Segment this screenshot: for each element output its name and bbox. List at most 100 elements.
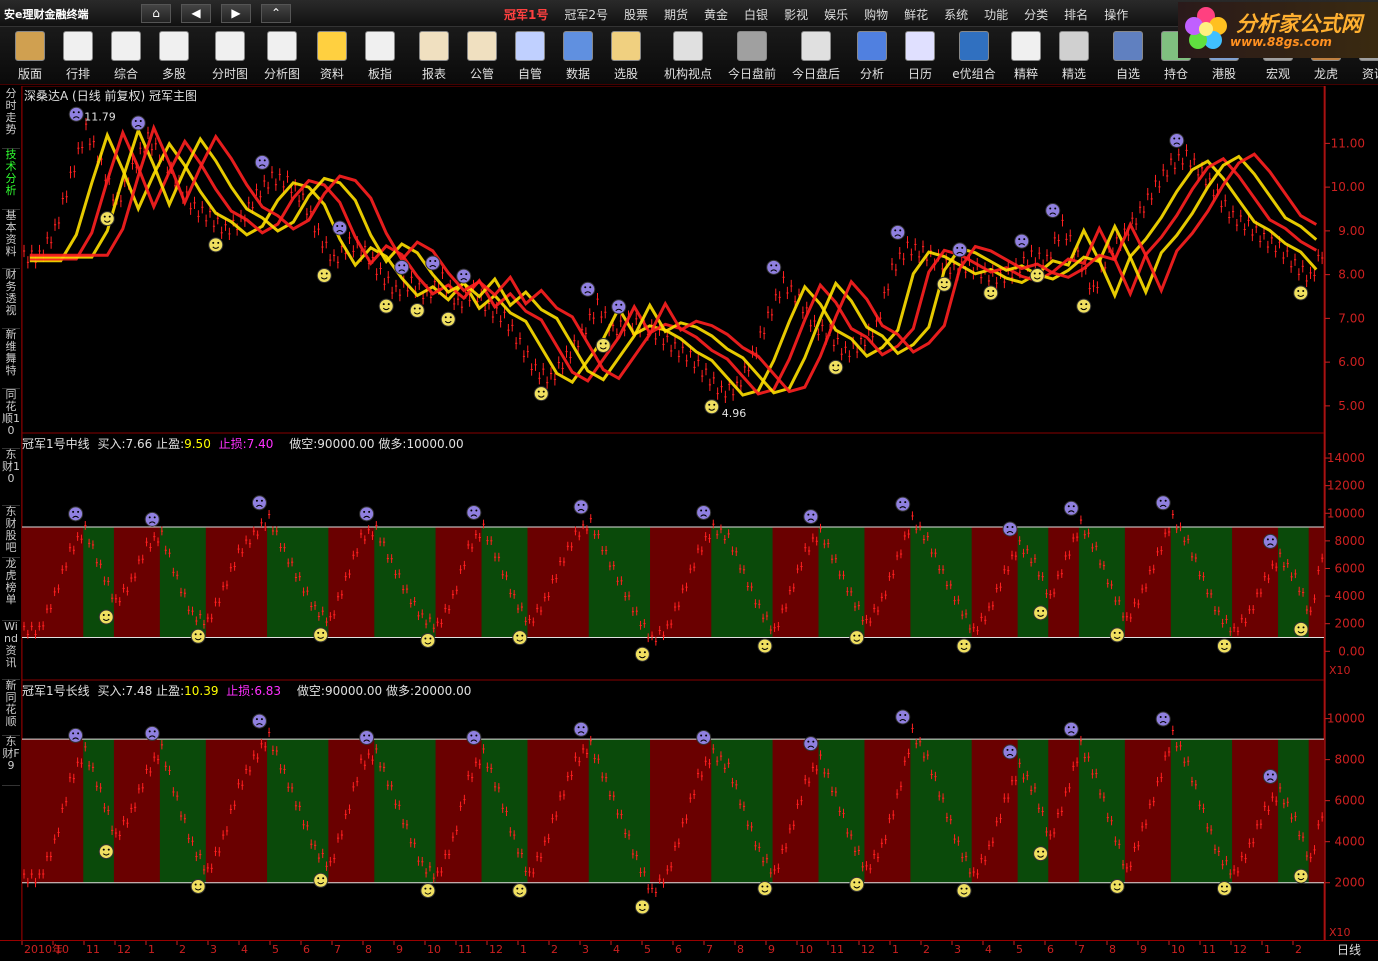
- candle-body: [391, 292, 394, 294]
- candle-body: [1229, 873, 1232, 875]
- menu-item[interactable]: 系统: [936, 6, 976, 24]
- toolbar-button-6[interactable]: 分析图: [258, 29, 306, 83]
- toolbar-button-21[interactable]: 精选: [1050, 29, 1098, 83]
- menu-item[interactable]: 操作: [1096, 6, 1136, 24]
- toolbar-button-17[interactable]: 分析: [848, 29, 896, 83]
- candle-body: [1259, 592, 1263, 594]
- forward-button[interactable]: ▶: [221, 4, 251, 23]
- sidebar-tab-4[interactable]: 财务透视: [2, 269, 20, 329]
- sidebar-tab-9[interactable]: 龙虎榜单: [2, 558, 20, 621]
- zone-band: [358, 527, 375, 638]
- menu-item[interactable]: 冠军1号: [496, 6, 556, 24]
- candle-body: [834, 558, 838, 560]
- candle-body: [1213, 848, 1217, 850]
- sidebar-tab-7[interactable]: 东财10: [2, 449, 20, 506]
- sidebar-tab-12[interactable]: 东财F9: [2, 736, 20, 786]
- toolbar-button-22[interactable]: 自选: [1104, 29, 1152, 83]
- candle-body: [1045, 831, 1048, 833]
- candle-body: [522, 355, 526, 357]
- candle-body: [1279, 552, 1282, 554]
- candle-body: [448, 609, 451, 611]
- toolbar-button-8[interactable]: 板指: [356, 29, 404, 83]
- toolbar-button-15[interactable]: 今日盘前: [728, 29, 776, 83]
- sidebar-tab-2[interactable]: 技术分析: [2, 149, 20, 210]
- candle-body: [61, 807, 64, 809]
- candle-body: [569, 357, 572, 359]
- toolbar-button-4[interactable]: 多股: [150, 29, 198, 83]
- candle-body: [455, 829, 458, 831]
- period-label[interactable]: 日线: [1337, 941, 1361, 958]
- toolbar-button-16[interactable]: 今日盘后: [792, 29, 840, 83]
- toolbar-button-12[interactable]: 数据: [554, 29, 602, 83]
- candle-body: [45, 856, 49, 858]
- toolbar-button-7[interactable]: 资料: [308, 29, 356, 83]
- sidebar-tab-5[interactable]: 新维舞特: [2, 329, 20, 389]
- candle-body: [398, 294, 402, 296]
- candle-body: [809, 325, 812, 327]
- candle-body: [1125, 616, 1129, 618]
- sidebar-tab-6[interactable]: 同花顺10: [2, 389, 20, 449]
- menu-item[interactable]: 排名: [1056, 6, 1096, 24]
- candle-body: [387, 276, 390, 278]
- menu-item[interactable]: 鲜花: [896, 6, 936, 24]
- menu-item[interactable]: 冠军2号: [556, 6, 616, 24]
- candle-body: [1010, 780, 1014, 782]
- toolbar-button-19[interactable]: e优组合: [950, 29, 998, 83]
- candle-body: [1150, 198, 1153, 200]
- toolbar-button-11[interactable]: 自管: [506, 29, 554, 83]
- menu-item[interactable]: 影视: [776, 6, 816, 24]
- main-menu: 冠军1号 冠军2号 股票 期货 黄金 白银 影视 娱乐 购物 鲜花 系统 功能 分类 排名 操作: [496, 6, 1136, 24]
- candle-body: [333, 858, 336, 860]
- toolbar-button-9[interactable]: 报表: [410, 29, 458, 83]
- toolbar-button-3[interactable]: 综合: [102, 29, 150, 83]
- toolbar-button-18[interactable]: 日历: [896, 29, 944, 83]
- back-button[interactable]: ◀: [181, 4, 211, 23]
- menu-item[interactable]: 白银: [736, 6, 776, 24]
- sidebar-tab-11[interactable]: 新同花顺: [2, 680, 20, 736]
- candle-body: [1095, 545, 1098, 547]
- sidebar-tab-10[interactable]: Wind资讯: [2, 621, 20, 680]
- candle-body: [857, 605, 861, 607]
- menu-item[interactable]: 期货: [656, 6, 696, 24]
- candle-body: [241, 784, 244, 786]
- candle-body: [582, 524, 585, 526]
- sidebar-tab-1[interactable]: 分时走势: [2, 88, 20, 149]
- zone-band: [221, 739, 238, 883]
- home-button[interactable]: ⌂: [141, 4, 171, 23]
- sidebar-tab-3[interactable]: 基本资料: [2, 210, 20, 269]
- candle-body: [600, 316, 603, 318]
- collapse-button[interactable]: ⌃: [261, 4, 291, 23]
- toolbar-button-2[interactable]: 行排: [54, 29, 102, 83]
- candle-body: [662, 882, 665, 884]
- buy-face-icon: [1076, 298, 1092, 314]
- menu-item[interactable]: 购物: [856, 6, 896, 24]
- menu-item[interactable]: 黄金: [696, 6, 736, 24]
- toolbar-button-20[interactable]: 精粹: [1002, 29, 1050, 83]
- candle-body: [976, 873, 979, 875]
- toolbar-button-1[interactable]: 版面: [6, 29, 54, 83]
- candle-body: [899, 785, 903, 787]
- candle-body: [1125, 867, 1129, 869]
- candle-body: [229, 567, 232, 569]
- menu-item[interactable]: 股票: [616, 6, 656, 24]
- zone-band: [695, 527, 712, 638]
- toolbar-button-14[interactable]: 机构视点: [664, 29, 712, 83]
- toolbar-button-13[interactable]: 选股: [602, 29, 650, 83]
- candle-body: [497, 556, 501, 558]
- menu-item[interactable]: 娱乐: [816, 6, 856, 24]
- sell-face-icon: [1262, 768, 1278, 784]
- candle-body: [375, 748, 378, 750]
- candle-body: [700, 775, 704, 777]
- long-sl-label: 止损:: [226, 684, 255, 698]
- candle-body: [1305, 280, 1308, 282]
- menu-item[interactable]: 功能: [976, 6, 1016, 24]
- zone-band: [987, 739, 1003, 883]
- sidebar-tab-8[interactable]: 东财股吧: [2, 506, 20, 558]
- toolbar-button-10[interactable]: 公管: [458, 29, 506, 83]
- menu-item[interactable]: 分类: [1016, 6, 1056, 24]
- toolbar-button-5[interactable]: 分时图: [206, 29, 254, 83]
- candle-body: [214, 851, 217, 853]
- candle-body: [788, 828, 792, 830]
- candle-body: [961, 614, 964, 616]
- candle-body: [532, 872, 535, 874]
